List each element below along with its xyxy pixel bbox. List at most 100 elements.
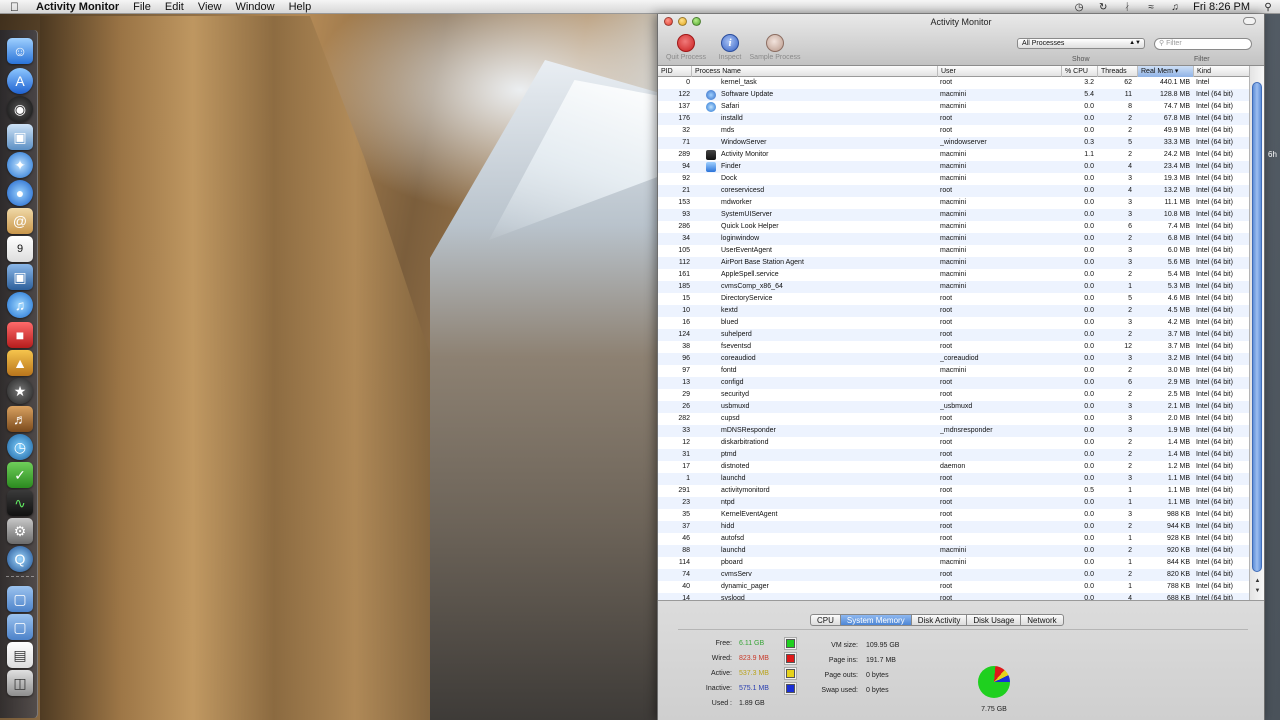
update-icon[interactable]: ✓ — [7, 462, 33, 488]
iphoto-frame-icon[interactable]: ▲ — [7, 350, 33, 376]
quicktime-icon[interactable]: Q — [7, 546, 33, 572]
table-row[interactable]: 88 launchd macmini 0.0 2 920 KB Intel (64 bit) — [658, 545, 1249, 557]
free-color-swatch[interactable] — [786, 639, 795, 648]
tab-disk-usage[interactable]: Disk Usage — [966, 614, 1022, 626]
tab-disk-activity[interactable]: Disk Activity — [910, 614, 968, 626]
table-row[interactable]: 286 Quick Look Helper macmini 0.0 6 7.4 MB Int… — [658, 221, 1249, 233]
table-row[interactable]: 1 launchd root 0.0 3 1.1 MB Intel (64 bit) — [658, 473, 1249, 485]
safari-icon[interactable]: ✦ — [7, 152, 33, 178]
menu-app-name[interactable]: Activity Monitor — [36, 1, 119, 13]
table-row[interactable]: 17 distnoted daemon 0.0 2 1.2 MB Intel (64 bit… — [658, 461, 1249, 473]
table-row[interactable]: 12 diskarbitrationd root 0.0 2 1.4 MB Intel (6… — [658, 437, 1249, 449]
tab-cpu[interactable]: CPU — [810, 614, 841, 626]
table-row[interactable]: 74 cvmsServ root 0.0 2 820 KB Intel (64 bit) — [658, 569, 1249, 581]
column-header-threads[interactable]: Threads — [1098, 66, 1138, 77]
applications-folder-icon[interactable]: ▢ — [7, 586, 33, 612]
dashboard-icon[interactable]: ◉ — [7, 96, 33, 122]
trash-icon[interactable]: ◫ — [7, 670, 33, 696]
ical-icon[interactable]: 9 — [7, 236, 33, 262]
column-header-user[interactable]: User — [938, 66, 1062, 77]
photo-booth-icon[interactable]: ■ — [7, 322, 33, 348]
column-header-process-name[interactable]: Process Name — [692, 66, 938, 77]
table-row[interactable]: 124 suhelperd root 0.0 2 3.7 MB Intel (64 bit) — [658, 329, 1249, 341]
garageband-icon[interactable]: ♬ — [7, 406, 33, 432]
time-machine-icon[interactable]: ◷ — [7, 434, 33, 460]
table-row[interactable]: 71 WindowServer _windowserver 0.3 5 33.3 MB In… — [658, 137, 1249, 149]
documents-folder-icon[interactable]: ▢ — [7, 614, 33, 640]
time-machine-menu-icon[interactable]: ◷ — [1073, 2, 1085, 13]
wifi-menu-icon[interactable]: ≈ — [1145, 2, 1157, 13]
wired-color-swatch[interactable] — [786, 654, 795, 663]
menu-help[interactable]: Help — [289, 0, 312, 14]
menu-clock[interactable]: Fri 8:26 PM — [1193, 1, 1250, 13]
sample-process-button[interactable]: Sample Process — [743, 34, 807, 61]
table-row[interactable]: 0 kernel_task root 3.2 62 440.1 MB Intel — [658, 77, 1249, 89]
menu-edit[interactable]: Edit — [165, 0, 184, 14]
spotlight-icon[interactable]: ⚲ — [1262, 2, 1274, 13]
system-preferences-icon[interactable]: ⚙ — [7, 518, 33, 544]
table-row[interactable]: 15 DirectoryService root 0.0 5 4.6 MB Intel (6… — [658, 293, 1249, 305]
menu-file[interactable]: File — [133, 0, 151, 14]
table-row[interactable]: 282 cupsd root 0.0 3 2.0 MB Intel (64 bit) — [658, 413, 1249, 425]
iphoto-icon[interactable]: ▣ — [7, 264, 33, 290]
tab-network[interactable]: Network — [1020, 614, 1064, 626]
table-row[interactable]: 38 fseventsd root 0.0 12 3.7 MB Intel (64 bit) — [658, 341, 1249, 353]
table-row[interactable]: 94 Finder macmini 0.0 4 23.4 MB Intel (64 bit) — [658, 161, 1249, 173]
table-row[interactable]: 26 usbmuxd _usbmuxd 0.0 3 2.1 MB Intel (64 bit… — [658, 401, 1249, 413]
scroll-up-arrow-icon[interactable]: ▲ — [1252, 578, 1263, 587]
table-row[interactable]: 34 loginwindow macmini 0.0 2 6.8 MB Intel (64 … — [658, 233, 1249, 245]
table-row[interactable]: 153 mdworker macmini 0.0 3 11.1 MB Intel (64 b… — [658, 197, 1249, 209]
table-row[interactable]: 21 coreservicesd root 0.0 4 13.2 MB Intel (64 … — [658, 185, 1249, 197]
bluetooth-menu-icon[interactable]: ᛅ — [1121, 2, 1133, 13]
tab-system-memory[interactable]: System Memory — [839, 614, 912, 626]
show-processes-select[interactable]: All Processes ▲▼ — [1017, 38, 1145, 49]
preview-icon[interactable]: ▣ — [7, 124, 33, 150]
table-row[interactable]: 105 UserEventAgent macmini 0.0 3 6.0 MB Intel … — [658, 245, 1249, 257]
activity-monitor-icon[interactable]: ∿ — [7, 490, 33, 516]
process-table-scrollbar[interactable]: ▲ ▼ — [1249, 66, 1264, 600]
ichat-icon[interactable]: ● — [7, 180, 33, 206]
active-color-swatch[interactable] — [786, 669, 795, 678]
menu-window[interactable]: Window — [235, 0, 274, 14]
apple-menu-icon[interactable]:  — [10, 0, 24, 14]
table-row[interactable]: 176 installd root 0.0 2 67.8 MB Intel (64 bit) — [658, 113, 1249, 125]
scroll-down-arrow-icon[interactable]: ▼ — [1252, 588, 1263, 597]
table-row[interactable]: 93 SystemUIServer macmini 0.0 3 10.8 MB Intel … — [658, 209, 1249, 221]
table-row[interactable]: 161 AppleSpell.service macmini 0.0 2 5.4 MB In… — [658, 269, 1249, 281]
sync-menu-icon[interactable]: ↻ — [1097, 2, 1109, 13]
table-row[interactable]: 122 Software Update macmini 5.4 11 128.8 MB In… — [658, 89, 1249, 101]
table-row[interactable]: 31 ptmd root 0.0 2 1.4 MB Intel (64 bit) — [658, 449, 1249, 461]
column-header-pid[interactable]: PID — [658, 66, 692, 77]
table-row[interactable]: 35 KernelEventAgent root 0.0 3 988 KB Intel (6… — [658, 509, 1249, 521]
table-row[interactable]: 289 Activity Monitor macmini 1.1 2 24.2 MB Int… — [658, 149, 1249, 161]
table-row[interactable]: 40 dynamic_pager root 0.0 1 788 KB Intel (64 b… — [658, 581, 1249, 593]
toolbar-toggle-button[interactable] — [1243, 17, 1256, 25]
table-row[interactable]: 14 syslogd root 0.0 4 688 KB Intel (64 bit) — [658, 593, 1249, 600]
column-header-kind[interactable]: Kind — [1194, 66, 1249, 77]
menu-view[interactable]: View — [198, 0, 222, 14]
table-row[interactable]: 33 mDNSResponder _mdnsresponder 0.0 3 1.9 MB I… — [658, 425, 1249, 437]
table-row[interactable]: 96 coreaudiod _coreaudiod 0.0 3 3.2 MB Intel (… — [658, 353, 1249, 365]
table-row[interactable]: 46 autofsd root 0.0 1 928 KB Intel (64 bit) — [658, 533, 1249, 545]
itunes-icon[interactable]: ♫ — [7, 292, 33, 318]
table-row[interactable]: 13 configd root 0.0 6 2.9 MB Intel (64 bit) — [658, 377, 1249, 389]
scrollbar-thumb[interactable] — [1252, 82, 1262, 572]
table-row[interactable]: 114 pboard macmini 0.0 1 844 KB Intel (64 bit) — [658, 557, 1249, 569]
inactive-color-swatch[interactable] — [786, 684, 795, 693]
table-row[interactable]: 23 ntpd root 0.0 1 1.1 MB Intel (64 bit) — [658, 497, 1249, 509]
mail-icon[interactable]: @ — [7, 208, 33, 234]
column-header-cpu[interactable]: % CPU — [1062, 66, 1098, 77]
table-row[interactable]: 29 securityd root 0.0 2 2.5 MB Intel (64 bit) — [658, 389, 1249, 401]
filter-search-field[interactable]: ⚲ Filter — [1154, 38, 1252, 50]
table-row[interactable]: 97 fontd macmini 0.0 2 3.0 MB Intel (64 bit) — [658, 365, 1249, 377]
app-store-icon[interactable]: A — [7, 68, 33, 94]
column-header-real-mem[interactable]: Real Mem ▾ — [1138, 66, 1194, 77]
table-row[interactable]: 137 Safari macmini 0.0 8 74.7 MB Intel (64 bit… — [658, 101, 1249, 113]
volume-menu-icon[interactable]: ♫ — [1169, 2, 1181, 13]
table-row[interactable]: 185 cvmsComp_x86_64 macmini 0.0 1 5.3 MB Intel… — [658, 281, 1249, 293]
finder-icon[interactable]: ☺ — [7, 38, 33, 64]
table-row[interactable]: 37 hidd root 0.0 2 944 KB Intel (64 bit) — [658, 521, 1249, 533]
document-icon[interactable]: ▤ — [7, 642, 33, 668]
table-row[interactable]: 291 activitymonitord root 0.5 1 1.1 MB Intel (… — [658, 485, 1249, 497]
table-row[interactable]: 92 Dock macmini 0.0 3 19.3 MB Intel (64 bit) — [658, 173, 1249, 185]
